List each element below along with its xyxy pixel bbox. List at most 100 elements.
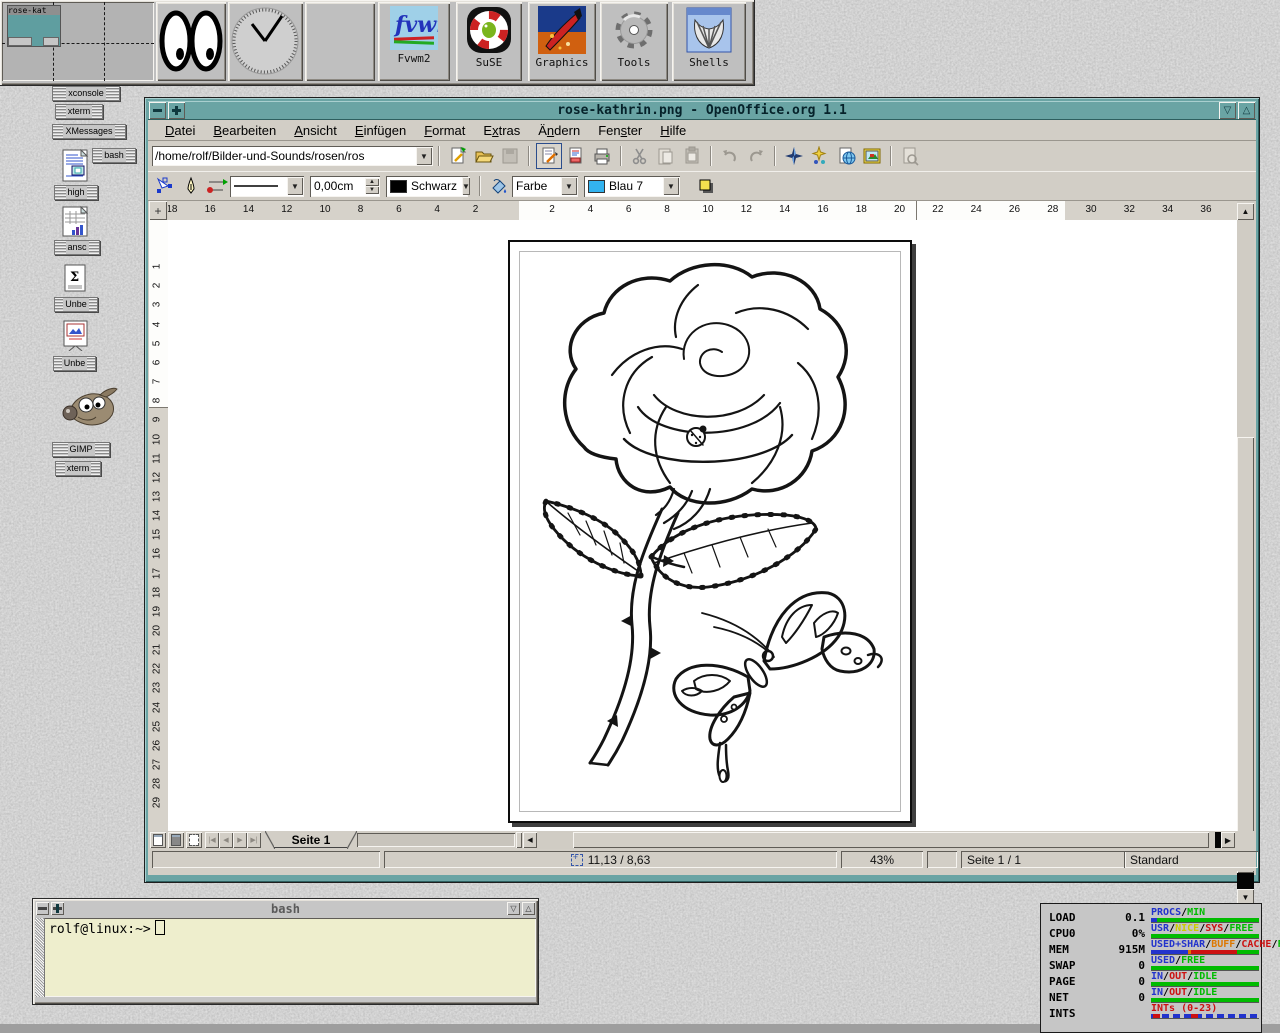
shadow-icon[interactable] — [694, 174, 718, 198]
layer-view-icon[interactable] — [186, 832, 202, 848]
menu-ansicht[interactable]: Ansicht — [285, 121, 346, 140]
fill-icon[interactable] — [487, 174, 511, 198]
status-page-cell[interactable]: Seite 1 / 1 — [961, 851, 1126, 868]
status-position-cell[interactable]: 11,13 / 8,63 — [384, 851, 837, 868]
horizontal-scrollbar[interactable]: ▶ — [537, 831, 1254, 849]
icon-label-xconsole[interactable]: xconsole — [52, 86, 120, 101]
icon-label-xmessages[interactable]: XMessages — [52, 124, 126, 139]
title-bar[interactable]: rose-kathrin.png - OpenOffice.org 1.1 ▽ … — [148, 101, 1256, 120]
vertical-scrollbar[interactable]: ▲ ▼ — [1237, 201, 1254, 831]
line-style-combobox[interactable]: ▼ — [230, 176, 304, 197]
horizontal-scroll-thumb[interactable] — [573, 832, 1209, 848]
scroll-left-icon[interactable]: ◀ — [523, 832, 537, 848]
taskbar-button-shells[interactable]: Shells — [672, 2, 746, 81]
menu-datei[interactable]: Datei — [156, 121, 204, 140]
export-pdf-icon[interactable] — [564, 144, 588, 168]
insert-graphics-icon[interactable] — [860, 144, 884, 168]
menu-hilfe[interactable]: Hilfe — [651, 121, 695, 140]
scroll-right-icon[interactable]: ▶ — [1221, 832, 1235, 848]
arrow-style-icon[interactable] — [205, 174, 229, 198]
pager-window-mini[interactable] — [8, 37, 32, 46]
fill-type-combobox[interactable]: Farbe ▼ — [512, 176, 578, 197]
scroll-up-icon[interactable]: ▲ — [1237, 203, 1254, 220]
maximize-button[interactable]: △ — [1238, 102, 1255, 119]
page-view-icon[interactable] — [150, 832, 166, 848]
hyperlink-icon[interactable] — [834, 144, 858, 168]
terminal-maximize-button[interactable]: △ — [522, 902, 535, 915]
new-icon[interactable] — [446, 144, 470, 168]
first-page-icon[interactable]: |◀ — [205, 832, 219, 848]
line-width-spinbox[interactable]: 0,00cm ▲▼ — [310, 176, 380, 197]
impress-window-icon[interactable] — [63, 320, 88, 351]
taskbar-button-suse[interactable]: SuSE — [456, 2, 522, 81]
icon-label-bash[interactable]: bash — [92, 148, 136, 163]
copy-icon[interactable] — [654, 144, 678, 168]
calc-window-icon[interactable] — [62, 206, 88, 237]
url-dropdown-icon[interactable]: ▼ — [416, 147, 432, 165]
open-icon[interactable] — [472, 144, 496, 168]
page-tab-seite-1[interactable]: Seite 1 — [265, 831, 357, 849]
taskbar-button-tools[interactable]: Tools — [600, 2, 668, 81]
scrollbar-splitter[interactable] — [516, 832, 522, 848]
menu-ndern[interactable]: Ändern — [529, 121, 589, 140]
document-page[interactable] — [508, 240, 912, 823]
terminal-scrollbar[interactable] — [35, 918, 45, 997]
pager[interactable]: rose-kat — [2, 2, 154, 81]
cut-icon[interactable] — [628, 144, 652, 168]
vertical-scroll-thumb[interactable] — [1237, 437, 1254, 873]
iconify-button[interactable]: ▽ — [1219, 102, 1236, 119]
menu-bearbeiten[interactable]: Bearbeiten — [204, 121, 285, 140]
fill-type-dropdown-icon[interactable]: ▼ — [561, 177, 577, 195]
url-combobox[interactable]: /home/rolf/Bilder-und-Sounds/rosen/ros ▼ — [152, 146, 433, 166]
menu-extras[interactable]: Extras — [474, 121, 529, 140]
redo-icon[interactable] — [744, 144, 768, 168]
terminal-title-bar[interactable]: bash ▽ △ — [35, 901, 536, 916]
terminal-menu-button[interactable] — [36, 902, 49, 915]
icon-label-xterm[interactable]: xterm — [55, 461, 101, 476]
horizontal-ruler[interactable]: 1816141210864224681012141618202224262830… — [168, 201, 1237, 221]
gimp-window-icon[interactable] — [56, 383, 118, 429]
next-page-icon[interactable]: ▶ — [233, 832, 247, 848]
print-icon[interactable] — [590, 144, 614, 168]
terminal-stick-button[interactable] — [51, 902, 64, 915]
paste-icon[interactable] — [680, 144, 704, 168]
pager-window-mini[interactable] — [43, 37, 59, 46]
vertical-ruler[interactable]: 1234567891011121314151617181920212223242… — [149, 220, 169, 831]
menu-format[interactable]: Format — [415, 121, 474, 140]
pen-icon[interactable] — [179, 174, 203, 198]
fill-color-dropdown-icon[interactable]: ▼ — [663, 177, 679, 195]
edit-points-icon[interactable] — [153, 174, 177, 198]
line-color-combobox[interactable]: Schwarz ▼ — [386, 176, 468, 197]
drawing-canvas[interactable] — [168, 220, 1237, 831]
fill-color-combobox[interactable]: Blau 7 ▼ — [584, 176, 680, 197]
math-window-icon[interactable]: Σ — [64, 264, 86, 292]
gallery-icon[interactable] — [808, 144, 832, 168]
imagemap-icon[interactable] — [898, 144, 922, 168]
navigator-icon[interactable] — [782, 144, 806, 168]
window-stick-button[interactable] — [168, 102, 185, 119]
status-zoom-cell[interactable]: 43% — [841, 851, 923, 868]
icon-label-high[interactable]: high — [54, 185, 98, 200]
menu-fenster[interactable]: Fenster — [589, 121, 651, 140]
line-style-dropdown-icon[interactable]: ▼ — [287, 177, 303, 195]
icon-label-ansc[interactable]: ansc — [54, 240, 100, 255]
terminal-iconify-button[interactable]: ▽ — [507, 902, 520, 915]
last-page-icon[interactable]: ▶| — [247, 832, 261, 848]
status-template-cell[interactable]: Standard — [1124, 851, 1258, 868]
taskbar-button-fvwm2[interactable]: fvwmFvwm2 — [378, 2, 450, 81]
undo-icon[interactable] — [718, 144, 742, 168]
icon-label-unbe[interactable]: Unbe — [54, 297, 98, 312]
writer-window-icon[interactable] — [62, 149, 88, 182]
icon-label-gimp[interactable]: GIMP — [52, 442, 110, 457]
save-icon[interactable] — [498, 144, 522, 168]
edit-file-icon[interactable] — [536, 143, 562, 169]
ruler-origin-button[interactable]: + — [149, 201, 167, 220]
prev-page-icon[interactable]: ◀ — [219, 832, 233, 848]
line-color-dropdown-icon[interactable]: ▼ — [462, 177, 470, 195]
line-width-spin-icons[interactable]: ▲▼ — [365, 178, 379, 194]
terminal-body[interactable]: rolf@linux:~> — [35, 918, 536, 997]
window-menu-button[interactable] — [149, 102, 166, 119]
menu-einfgen[interactable]: Einfügen — [346, 121, 415, 140]
master-view-icon[interactable] — [168, 832, 184, 848]
icon-label-unbe[interactable]: Unbe — [53, 356, 96, 371]
